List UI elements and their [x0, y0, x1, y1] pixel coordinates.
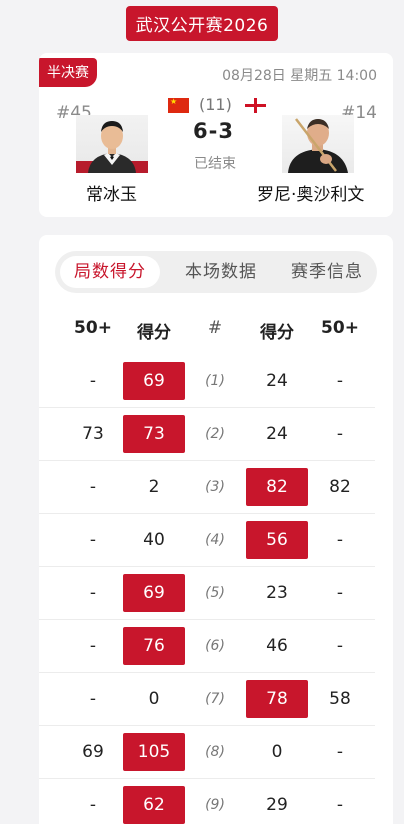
winning-score: 56	[246, 521, 308, 559]
winning-score: 73	[123, 415, 185, 453]
left-50plus-cell: -	[89, 636, 97, 656]
left-50plus-cell: -	[89, 583, 97, 603]
table-row: - 2 (3) 82 82	[39, 461, 375, 514]
right-50plus-cell: -	[336, 583, 344, 603]
frame-number-cell: (8)	[205, 744, 225, 760]
right-50plus-cell: -	[336, 795, 344, 815]
winning-score: 76	[123, 627, 185, 665]
tab-bar: 局数得分 本场数据 赛季信息	[55, 251, 377, 293]
winning-score: 78	[246, 680, 308, 718]
right-score-cell: 23	[266, 583, 288, 603]
table-row: - 76 (6) 46 -	[39, 620, 375, 673]
right-score-cell: 24	[266, 371, 288, 391]
right-score-cell: 78	[245, 673, 309, 726]
frame-score-table: -69 (1) 24-73 73 (2) 24- -2 (3) 82 82-40 (4) 56- -69…	[39, 355, 393, 824]
right-50plus-cell: -	[336, 742, 344, 762]
header-right-score: 得分	[260, 323, 294, 343]
frame-number-cell: (6)	[205, 638, 225, 654]
match-status: 已结束	[194, 156, 236, 172]
right-score-cell: 24	[266, 424, 288, 444]
right-50plus-cell: -	[336, 530, 344, 550]
left-score-cell: 105	[123, 726, 185, 779]
frame-number-cell: (4)	[205, 532, 225, 548]
right-score-cell: 46	[266, 636, 288, 656]
right-50plus-cell: -	[336, 636, 344, 656]
winning-score: 82	[246, 468, 308, 506]
table-row: - 40 (4) 56 -	[39, 514, 375, 567]
left-50plus-cell: 73	[82, 424, 104, 444]
match-score: 6-3	[193, 119, 234, 143]
winning-score: 62	[123, 786, 185, 824]
header-left-50plus: 50+	[74, 318, 112, 338]
winning-score: 69	[123, 574, 185, 612]
left-score-cell: 62	[123, 779, 185, 824]
left-50plus-cell: -	[89, 371, 97, 391]
frame-number-cell: (2)	[205, 426, 225, 442]
left-50plus-cell: -	[89, 689, 97, 709]
table-row: - 62 (9) 29 -	[39, 779, 375, 824]
header-frame-number: #	[207, 318, 223, 338]
china-flag-icon: ★	[168, 98, 189, 113]
left-50plus-cell: -	[89, 530, 97, 550]
england-flag-icon	[245, 98, 266, 113]
right-player-avatar[interactable]	[282, 115, 354, 173]
winning-score: 105	[123, 733, 185, 771]
left-score-cell: 0	[148, 689, 160, 709]
event-title: 武汉公开赛2026	[125, 6, 279, 41]
frame-number-cell: (5)	[205, 585, 225, 601]
table-row: 69 105 (8) 0 -	[39, 726, 375, 779]
right-50plus-cell: 82	[329, 477, 351, 497]
left-50plus-cell: 69	[82, 742, 104, 762]
tab-season-info[interactable]: 赛季信息	[277, 256, 377, 288]
match-date: 08月28日 星期五 14:00	[222, 68, 377, 84]
frame-number-cell: (9)	[205, 797, 225, 813]
table-row: 73 73 (2) 24 -	[39, 408, 375, 461]
left-score-cell: 76	[123, 620, 185, 673]
left-score-cell: 2	[148, 477, 160, 497]
frame-number-cell: (1)	[205, 373, 225, 389]
left-player-avatar[interactable]	[76, 115, 148, 173]
right-score-cell: 29	[266, 795, 288, 815]
match-card[interactable]: 半决赛 08月28日 星期五 14:00 #45 #14 常冰玉 罗尼·奥沙利文…	[39, 53, 393, 217]
header-right-50plus: 50+	[321, 318, 359, 338]
right-score-cell: 56	[245, 514, 309, 567]
event-title-wrap: 武汉公开赛2026	[0, 6, 404, 41]
header-left-score: 得分	[137, 323, 171, 343]
tab-frame-scores[interactable]: 局数得分	[60, 256, 160, 288]
left-score-cell: 40	[143, 530, 165, 550]
left-50plus-cell: -	[89, 795, 97, 815]
stats-card: 局数得分 本场数据 赛季信息 50+ 得分 # 得分 50+ -69 (1) 24-…	[39, 235, 393, 824]
left-player-name[interactable]: 常冰玉	[86, 180, 137, 205]
round-badge: 半决赛	[39, 58, 97, 87]
frame-number-cell: (7)	[205, 691, 225, 707]
table-row: - 69 (1) 24 -	[39, 355, 375, 408]
right-50plus-cell: -	[336, 371, 344, 391]
tab-match-stats[interactable]: 本场数据	[171, 256, 271, 288]
right-50plus-cell: 58	[329, 689, 351, 709]
table-row: - 0 (7) 78 58	[39, 673, 375, 726]
left-50plus-cell: -	[89, 477, 97, 497]
left-score-cell: 69	[123, 567, 185, 620]
frame-number-cell: (3)	[205, 479, 225, 495]
right-score-cell: 82	[245, 461, 309, 514]
frames-total: (11)	[199, 95, 232, 114]
left-score-cell: 73	[123, 408, 185, 461]
left-score-cell: 69	[123, 355, 185, 408]
right-50plus-cell: -	[336, 424, 344, 444]
winning-score: 69	[123, 362, 185, 400]
right-score-cell: 0	[271, 742, 283, 762]
table-row: - 69 (5) 23 -	[39, 567, 375, 620]
right-player-name[interactable]: 罗尼·奥沙利文	[257, 180, 364, 205]
